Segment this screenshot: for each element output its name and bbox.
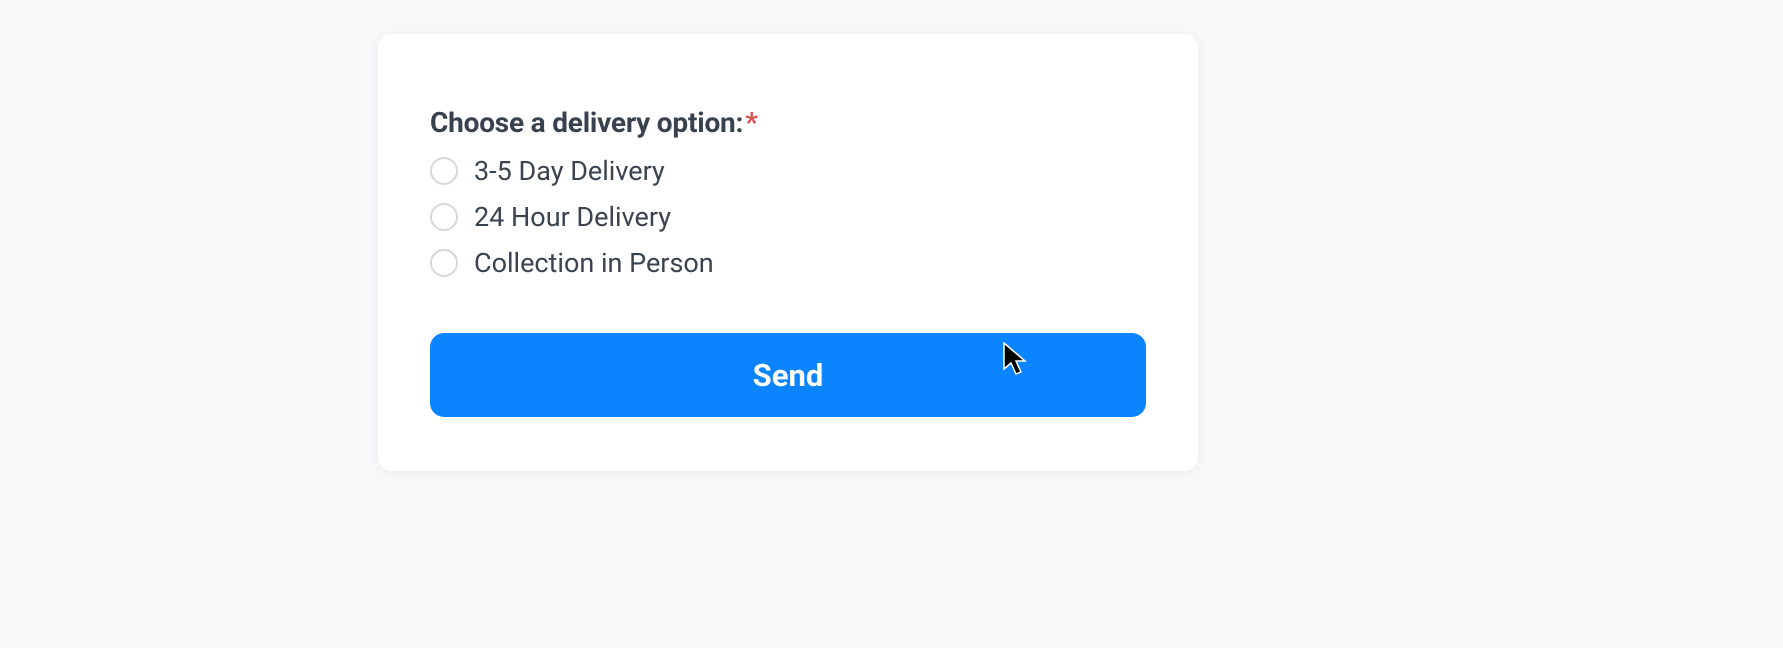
radio-option-24-hour[interactable]: 24 Hour Delivery [430, 201, 1146, 233]
radio-icon [430, 157, 458, 185]
send-button[interactable]: Send [430, 333, 1146, 417]
radio-option-collection[interactable]: Collection in Person [430, 247, 1146, 279]
radio-option-3-5-day[interactable]: 3-5 Day Delivery [430, 155, 1146, 187]
radio-option-label: 3-5 Day Delivery [474, 155, 665, 187]
radio-option-label: Collection in Person [474, 247, 714, 279]
form-label: Choose a delivery option:* [430, 106, 1146, 139]
delivery-form-card: Choose a delivery option:* 3-5 Day Deliv… [378, 34, 1198, 471]
radio-group: 3-5 Day Delivery 24 Hour Delivery Collec… [430, 155, 1146, 279]
form-label-text: Choose a delivery option: [430, 106, 743, 139]
radio-icon [430, 203, 458, 231]
required-indicator: * [745, 106, 758, 139]
radio-option-label: 24 Hour Delivery [474, 201, 671, 233]
radio-icon [430, 249, 458, 277]
